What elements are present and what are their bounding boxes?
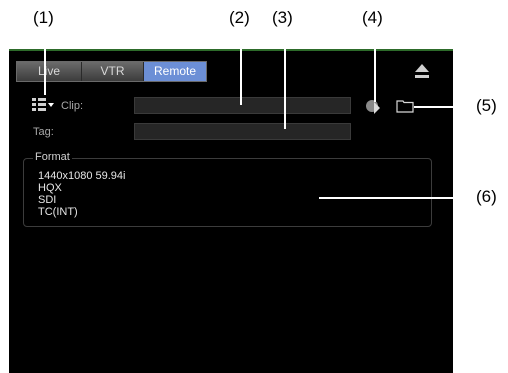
callout-6: (6) bbox=[476, 187, 497, 206]
tab-live[interactable]: Live bbox=[17, 62, 82, 81]
callout-4: (4) bbox=[362, 8, 383, 27]
leader-line-4 bbox=[374, 28, 376, 102]
leader-line-6 bbox=[319, 197, 474, 199]
panel-top-accent bbox=[9, 49, 453, 51]
eject-icon[interactable] bbox=[413, 62, 431, 80]
clip-label: Clip: bbox=[61, 100, 84, 112]
format-codec: HQX bbox=[38, 182, 62, 194]
callout-2: (2) bbox=[229, 8, 250, 27]
callout-3: (3) bbox=[272, 8, 293, 27]
callout-5: (5) bbox=[476, 96, 497, 115]
format-timecode: TC(INT) bbox=[38, 206, 78, 218]
tab-remote[interactable]: Remote bbox=[144, 62, 206, 81]
callout-1: (1) bbox=[33, 8, 54, 27]
clip-list-dropdown-icon[interactable] bbox=[31, 97, 55, 113]
format-title: Format bbox=[33, 151, 72, 163]
tag-label: Tag: bbox=[33, 126, 54, 138]
leader-line-3 bbox=[284, 28, 286, 129]
tab-vtr[interactable]: VTR bbox=[82, 62, 144, 81]
format-input: SDI bbox=[38, 194, 57, 206]
clip-thumbnail-icon[interactable] bbox=[364, 98, 382, 116]
leader-line-2 bbox=[240, 28, 242, 105]
tag-field[interactable] bbox=[134, 123, 351, 140]
clip-field[interactable] bbox=[134, 97, 351, 114]
format-group bbox=[23, 158, 432, 227]
leader-line-1 bbox=[44, 28, 46, 95]
folder-icon[interactable] bbox=[396, 99, 414, 113]
leader-line-5 bbox=[414, 106, 474, 108]
format-resolution: 1440x1080 59.94i bbox=[38, 170, 126, 182]
